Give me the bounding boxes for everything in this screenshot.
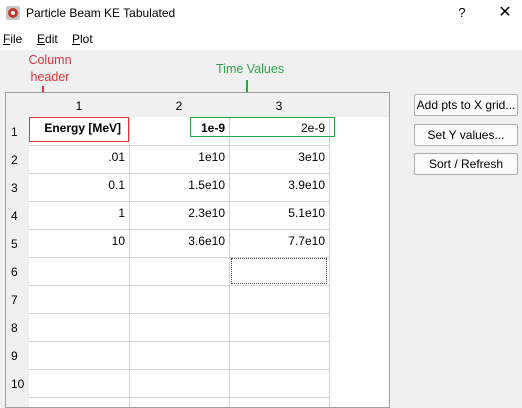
row-header-5[interactable]: 5 [11,237,18,251]
time-values-highlight [190,117,335,137]
grid-line [29,201,329,202]
table-cell[interactable]: 0.1 [29,178,125,192]
grid-line [29,397,329,398]
row-header-2[interactable]: 2 [11,153,18,167]
table-cell[interactable]: 10 [29,234,125,248]
data-grid[interactable]: 1 2 3 1 2 3 4 5 6 7 8 9 10 Energy [MeV] … [5,92,390,408]
table-cell[interactable]: 1.5e10 [129,178,225,192]
grid-line [29,369,329,370]
add-pts-to-x-grid-button[interactable]: Add pts to X grid... [414,94,518,116]
table-cell[interactable]: 1 [29,206,125,220]
table-cell[interactable]: 3.6e10 [129,234,225,248]
table-cell[interactable]: 3e10 [229,150,325,164]
column-header-2[interactable]: 2 [129,99,229,113]
time-values-annotation: Time Values [216,62,285,76]
title-bar: Particle Beam KE Tabulated ? ✕ [0,0,522,28]
row-header-9[interactable]: 9 [11,349,18,363]
close-button[interactable]: ✕ [490,2,520,26]
menu-bar: File Edit Plot [0,28,522,50]
row-header-3[interactable]: 3 [11,181,18,195]
grid-line [29,313,329,314]
column-header-3[interactable]: 3 [229,99,329,113]
grid-line [29,145,329,146]
row-header-1[interactable]: 1 [11,125,18,139]
table-cell[interactable]: 1e10 [129,150,225,164]
table-cell[interactable]: 3.9e10 [229,178,325,192]
row-header-7[interactable]: 7 [11,293,18,307]
table-cell[interactable]: 2.3e10 [129,206,225,220]
grid-line [29,173,329,174]
row-header-6[interactable]: 6 [11,265,18,279]
table-cell[interactable]: .01 [29,150,125,164]
menu-file[interactable]: File [3,32,22,46]
selected-cell[interactable] [231,258,327,284]
menu-plot[interactable]: Plot [72,32,93,46]
grid-line [29,285,329,286]
set-y-values-button[interactable]: Set Y values... [414,124,518,146]
app-logo-icon [6,6,20,20]
table-cell[interactable]: 5.1e10 [229,206,325,220]
grid-line [29,229,329,230]
column-header-1[interactable]: 1 [29,99,129,113]
table-cell[interactable]: 7.7e10 [229,234,325,248]
row-header-8[interactable]: 8 [11,321,18,335]
column-header-highlight [29,117,129,142]
sort-refresh-button[interactable]: Sort / Refresh [414,153,518,175]
column-header-annotation: Column header [28,53,72,84]
row-header-4[interactable]: 4 [11,209,18,223]
row-header-10[interactable]: 10 [11,377,24,391]
menu-edit[interactable]: Edit [37,32,58,46]
window-title: Particle Beam KE Tabulated [26,6,176,20]
help-button[interactable]: ? [450,2,474,26]
grid-line [329,117,330,407]
grid-line [29,341,329,342]
